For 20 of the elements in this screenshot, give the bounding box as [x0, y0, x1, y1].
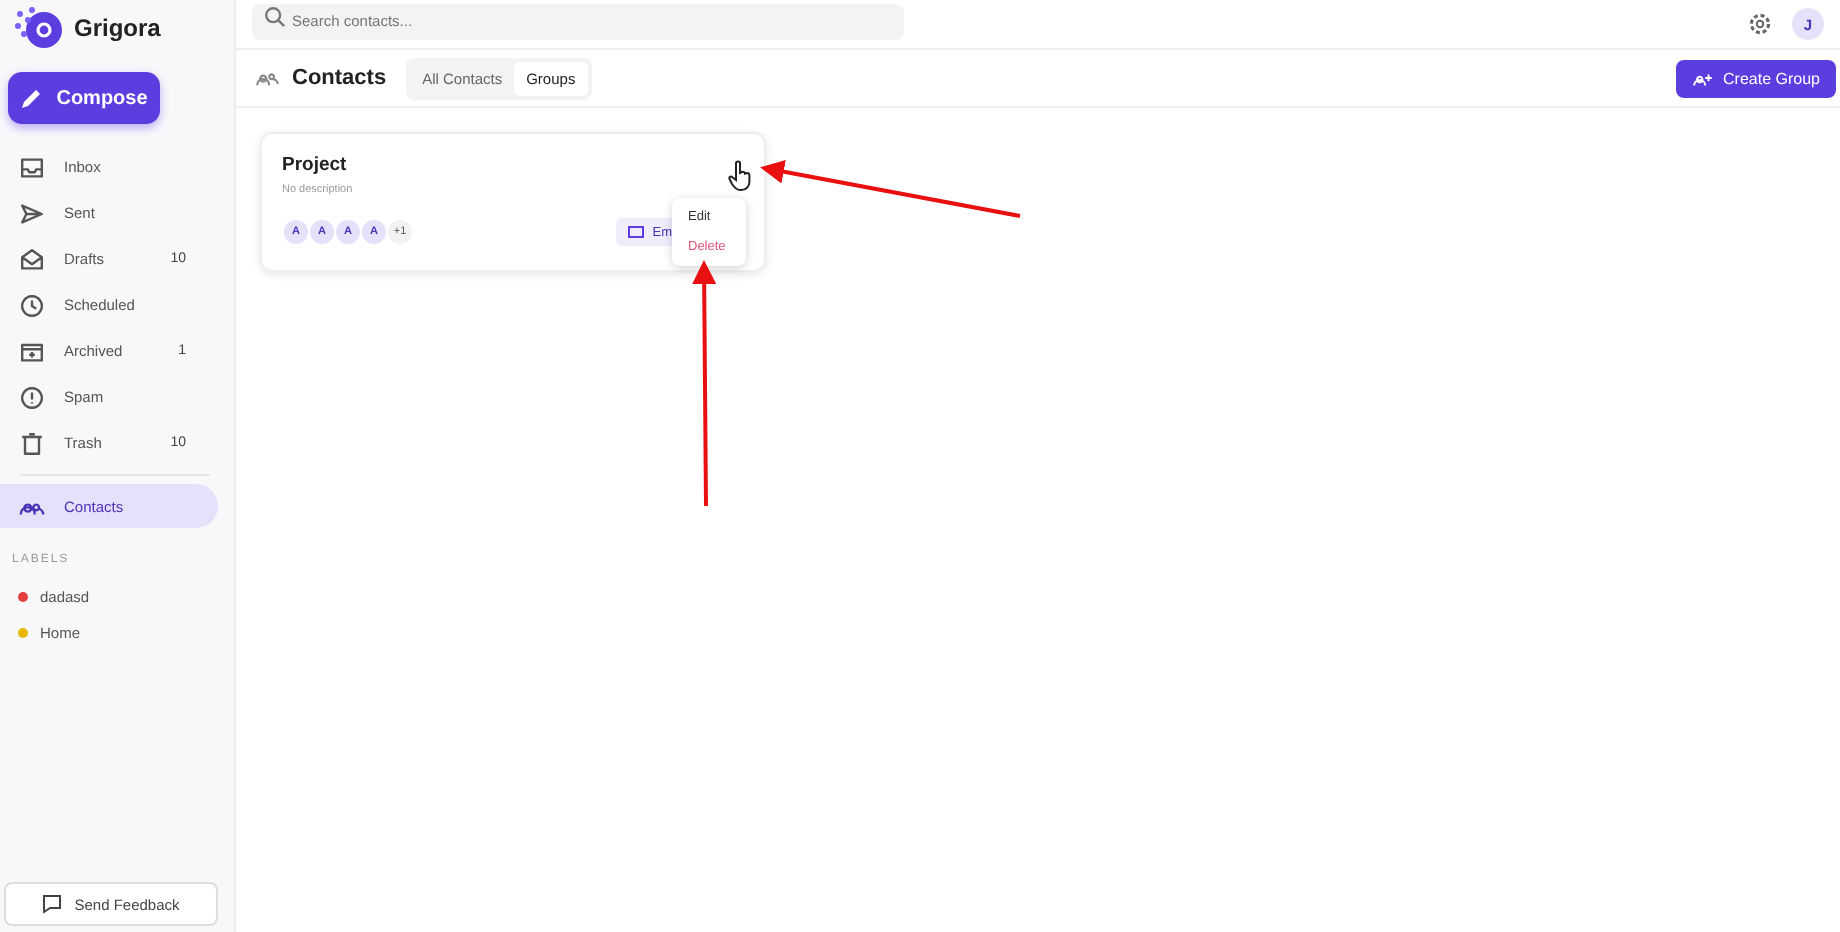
message-icon	[42, 894, 63, 914]
group-name: Project	[282, 154, 349, 176]
drafts-icon	[18, 245, 46, 273]
page-title: Contacts	[292, 66, 387, 90]
clock-icon	[18, 291, 46, 319]
add-user-icon	[1691, 69, 1714, 87]
compose-button[interactable]: Compose	[8, 72, 160, 124]
settings-icon[interactable]	[1748, 12, 1772, 36]
hand-cursor-icon	[728, 160, 752, 192]
contacts-icon	[256, 68, 280, 88]
pencil-icon	[20, 86, 45, 110]
sent-icon	[18, 199, 46, 227]
brand-name: Grigora	[74, 14, 161, 42]
trash-icon	[18, 429, 46, 457]
search-icon	[264, 6, 286, 28]
spam-icon	[18, 383, 46, 411]
logo-icon	[12, 6, 64, 50]
inbox-icon	[18, 153, 46, 181]
create-group-button[interactable]: Create Group	[1675, 59, 1836, 97]
mail-icon	[628, 226, 645, 238]
